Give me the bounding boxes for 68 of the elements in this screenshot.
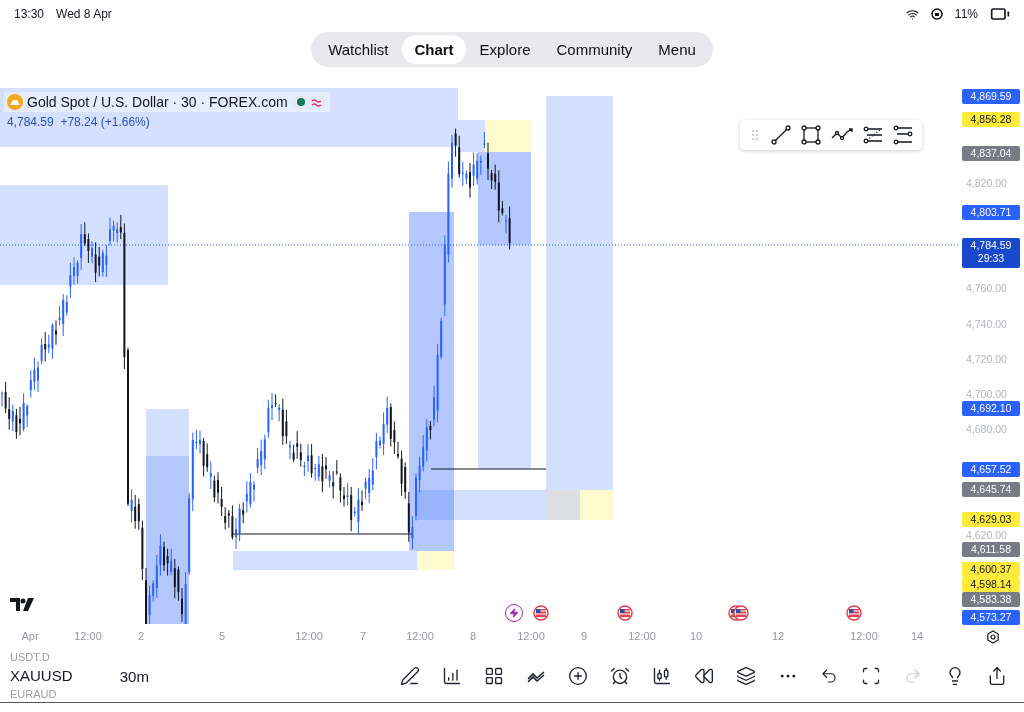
price-tag: 4,692.10 [962,400,1020,416]
price-tag: 4,583.38 [962,592,1020,608]
nav-tab[interactable]: Explore [467,35,543,64]
price-tick: 4,820.00 [966,177,1007,189]
price-tag: 4,598.14 [962,577,1020,593]
time-label: 5 [218,630,226,642]
time-label: 12:00 [295,630,323,642]
battery-level: 11% [954,7,978,21]
flag-icon [846,605,862,621]
price-change: 4,784.59 +78.24 (+1.66%) [6,115,151,129]
time-label: 2 [137,630,145,642]
tradingview-logo-icon [10,598,36,612]
price-tag: 4,611.58 [962,542,1020,558]
status-time: 13:30 [14,7,45,21]
nav-tab[interactable]: Chart [402,35,466,64]
price-tick: 4,700.00 [966,387,1007,400]
price-tick: 4,680.00 [966,423,1007,436]
range-box[interactable] [146,456,189,624]
nav-tab[interactable]: Community [544,35,645,64]
time-label: 12:00 [517,630,545,642]
time-label: 12:00 [850,630,878,642]
rectangle-icon[interactable] [800,124,822,146]
price-tick: 4,740.00 [966,317,1007,330]
market-open-dot-icon [296,98,305,106]
price-tag: 4,645.74 [962,482,1020,498]
price-tick: 4,720.00 [966,352,1007,365]
time-label: 12:00 [406,630,434,642]
status-chip[interactable] [291,95,327,109]
price-tag: 4,629.03 [962,511,1020,527]
status-date: Wed 8 Apr [56,7,112,21]
price-tag: 4,573.27 [962,609,1020,625]
price-tag: 4,803.71 [962,204,1020,220]
price-tag: 4,856.28 [962,112,1020,128]
price-tick: 4,760.00 [966,282,1007,295]
price-tag: 4,600.37 [962,562,1020,578]
time-label: 8 [469,630,477,642]
current-price-tag: 4,784.59 29:33 [962,238,1020,269]
price-tick: 4,620.00 [966,528,1007,541]
settings-icon[interactable] [986,630,1000,644]
flash-event-icon[interactable] [505,604,523,622]
time-label: Apr [21,630,39,642]
wave-icon [310,97,322,107]
flag-icon [617,605,633,621]
rotation-lock-icon [930,8,943,20]
interval-button[interactable]: 30m [119,667,390,685]
time-label: 14 [910,630,924,642]
range-box[interactable] [458,120,485,152]
trend-line-icon[interactable] [770,124,792,146]
fib-extension-icon[interactable] [892,124,914,146]
symbol-item[interactable]: XAUUSD [10,665,120,687]
range-box[interactable] [478,152,531,245]
time-label: 7 [359,630,367,642]
flag-icon [533,605,549,621]
time-label: 12 [771,630,785,642]
exchange-logo-icon [7,94,23,110]
time-label: 12:00 [74,630,102,642]
time-label: 9 [580,630,588,642]
fib-levels-icon[interactable] [862,124,884,146]
time-label: 10 [689,630,703,642]
symbol-title: Gold Spot / U.S. Dollar · 30 · FOREX.com [27,94,288,110]
price-tag: 4,657.52 [962,461,1020,477]
price-tag: 4,837.04 [962,146,1020,162]
time-label: 12:00 [628,630,656,642]
wifi-icon [905,7,919,21]
nav-tab[interactable]: Watchlist [316,35,401,64]
nav-tab[interactable]: Menu [646,35,708,64]
flag-icon [733,605,749,621]
price-tag: 4,869.59 [962,88,1020,104]
